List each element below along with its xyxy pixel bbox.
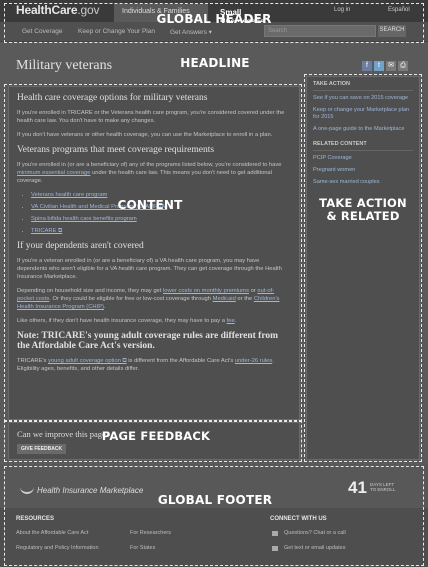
overlay-label-take-action: TAKE ACTION [319, 196, 407, 210]
overlay-label-headline: HEADLINE [180, 56, 250, 70]
footer-region-outline [4, 466, 424, 566]
content-region-outline [4, 84, 302, 422]
page-title: Military veterans [16, 58, 113, 73]
twitter-icon[interactable]: t [374, 61, 384, 71]
sidebar-region-outline [304, 74, 422, 462]
overlay-label-global-header: GLOBAL HEADER [156, 12, 272, 26]
facebook-icon[interactable]: f [362, 61, 372, 71]
print-icon[interactable]: ⎙ [398, 61, 408, 71]
overlay-label-page-feedback: PAGE FEEDBACK [101, 429, 211, 443]
overlay-label-related: & RELATED [326, 209, 400, 223]
page: HealthCare.gov Individuals & Families Sm… [0, 0, 428, 567]
overlay-label-global-footer: GLOBAL FOOTER [157, 493, 273, 507]
overlay-label-content: CONTENT [117, 198, 183, 212]
email-icon[interactable]: ✉ [386, 61, 396, 71]
